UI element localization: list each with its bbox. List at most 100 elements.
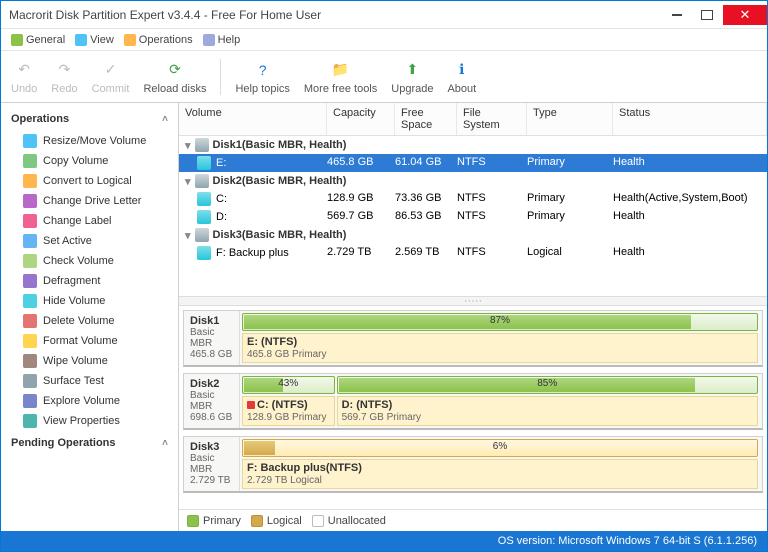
minimize-button[interactable] <box>663 5 691 25</box>
operation-icon <box>23 134 37 148</box>
sidebar: Operations˄ Resize/Move VolumeCopy Volum… <box>1 103 179 531</box>
volume-row[interactable]: E:465.8 GB61.04 GBNTFSPrimaryHealth <box>179 154 767 172</box>
menu-operations[interactable]: Operations <box>120 32 197 48</box>
col-capacity[interactable]: Capacity <box>327 103 395 135</box>
col-status[interactable]: Status <box>613 103 767 135</box>
splitter[interactable]: ····· <box>179 296 767 306</box>
os-version: OS version: Microsoft Windows 7 64-bit S… <box>498 535 757 547</box>
undo-icon: ↶ <box>13 59 35 81</box>
partition-title: F: Backup plus(NTFS) <box>247 462 753 474</box>
sidebar-item[interactable]: View Properties <box>3 411 176 431</box>
sidebar-item[interactable]: Delete Volume <box>3 311 176 331</box>
sidebar-pending-header[interactable]: Pending Operations˄ <box>3 431 176 455</box>
sidebar-item-label: Explore Volume <box>43 395 120 407</box>
partition-bar[interactable]: 85% <box>337 376 758 394</box>
disk-label: Disk2 <box>190 378 233 390</box>
sidebar-item[interactable]: Defragment <box>3 271 176 291</box>
volume-type: Primary <box>527 156 613 170</box>
sidebar-operations-header[interactable]: Operations˄ <box>3 107 176 131</box>
undo-button[interactable]: ↶Undo <box>7 57 41 97</box>
usage-percent: 87% <box>243 315 757 326</box>
sidebar-item[interactable]: Change Label <box>3 211 176 231</box>
volume-name: E: <box>216 157 226 169</box>
sidebar-item[interactable]: Change Drive Letter <box>3 191 176 211</box>
partition-bar[interactable]: 87% <box>242 313 758 331</box>
sidebar-item[interactable]: Resize/Move Volume <box>3 131 176 151</box>
partition-label[interactable]: F: Backup plus(NTFS)2.729 TB Logical <box>242 459 758 489</box>
reload-button[interactable]: ⟳Reload disks <box>139 57 210 97</box>
upgrade-button[interactable]: ⬆Upgrade <box>387 57 437 97</box>
partition-label[interactable]: D: (NTFS)569.7 GB Primary <box>337 396 758 426</box>
volume-list: ▾Disk1(Basic MBR, Health)E:465.8 GB61.04… <box>179 136 767 296</box>
legend-primary: Primary <box>187 515 241 527</box>
volume-row[interactable]: F: Backup plus2.729 TB2.569 TBNTFSLogica… <box>179 244 767 262</box>
menubar: General View Operations Help <box>1 29 767 51</box>
disk-group-row[interactable]: ▾Disk1(Basic MBR, Health) <box>179 136 767 154</box>
close-button[interactable]: ✕ <box>723 5 767 25</box>
help-topics-button[interactable]: ?Help topics <box>231 57 293 97</box>
disk-group-row[interactable]: ▾Disk2(Basic MBR, Health) <box>179 172 767 190</box>
volume-icon <box>197 210 211 224</box>
maximize-button[interactable] <box>693 5 721 25</box>
operation-icon <box>23 254 37 268</box>
redo-button[interactable]: ↷Redo <box>47 57 81 97</box>
sidebar-item[interactable]: Check Volume <box>3 251 176 271</box>
sidebar-item[interactable]: Copy Volume <box>3 151 176 171</box>
partition-label[interactable]: E: (NTFS)465.8 GB Primary <box>242 333 758 363</box>
sidebar-item[interactable]: Convert to Logical <box>3 171 176 191</box>
operation-icon <box>23 174 37 188</box>
volume-type: Logical <box>527 246 613 260</box>
volume-capacity: 465.8 GB <box>327 156 395 170</box>
partition-sub: 569.7 GB Primary <box>342 412 421 423</box>
disk-block: Disk1Basic MBR465.8 GB87%E: (NTFS)465.8 … <box>183 310 763 367</box>
collapse-icon: ▾ <box>185 175 191 188</box>
disk-info: Disk3Basic MBR2.729 TB <box>184 437 240 491</box>
content-area: Volume Capacity Free Space File System T… <box>179 103 767 531</box>
operation-icon <box>23 234 37 248</box>
sidebar-item[interactable]: Explore Volume <box>3 391 176 411</box>
sidebar-item[interactable]: Set Active <box>3 231 176 251</box>
more-tools-button[interactable]: 📁More free tools <box>300 57 381 97</box>
col-filesystem[interactable]: File System <box>457 103 527 135</box>
sidebar-item[interactable]: Hide Volume <box>3 291 176 311</box>
commit-button[interactable]: ✓Commit <box>88 57 134 97</box>
menu-view[interactable]: View <box>71 32 118 48</box>
col-free[interactable]: Free Space <box>395 103 457 135</box>
volume-row[interactable]: C:128.9 GB73.36 GBNTFSPrimaryHealth(Acti… <box>179 190 767 208</box>
about-button[interactable]: ℹAbout <box>443 57 480 97</box>
operation-icon <box>23 314 37 328</box>
disk-icon <box>195 138 209 152</box>
sidebar-item[interactable]: Wipe Volume <box>3 351 176 371</box>
volume-row[interactable]: D:569.7 GB86.53 GBNTFSPrimaryHealth <box>179 208 767 226</box>
sidebar-item-label: Format Volume <box>43 335 118 347</box>
chevron-up-icon: ˄ <box>162 114 168 125</box>
operation-icon <box>23 394 37 408</box>
volume-capacity: 569.7 GB <box>327 210 395 224</box>
sidebar-item[interactable]: Surface Test <box>3 371 176 391</box>
col-volume[interactable]: Volume <box>179 103 327 135</box>
sidebar-item-label: Set Active <box>43 235 92 247</box>
volume-icon <box>197 246 211 260</box>
help-topics-icon: ? <box>252 59 274 81</box>
operation-icon <box>23 154 37 168</box>
volume-status: Health(Active,System,Boot) <box>613 192 767 206</box>
sidebar-item[interactable]: Format Volume <box>3 331 176 351</box>
primary-swatch <box>187 515 199 527</box>
disk-scheme: Basic MBR <box>190 390 233 412</box>
partition-bar[interactable]: 43% <box>242 376 335 394</box>
sidebar-item-label: View Properties <box>43 415 120 427</box>
disk-label: Disk3 <box>190 441 233 453</box>
col-type[interactable]: Type <box>527 103 613 135</box>
partition-bar[interactable]: 6% <box>242 439 758 457</box>
operation-icon <box>23 274 37 288</box>
disk-group-row[interactable]: ▾Disk3(Basic MBR, Health) <box>179 226 767 244</box>
partition-sub: 465.8 GB Primary <box>247 349 326 360</box>
collapse-icon: ▾ <box>185 139 191 152</box>
titlebar: Macrorit Disk Partition Expert v3.4.4 - … <box>1 1 767 29</box>
menu-general[interactable]: General <box>7 32 69 48</box>
menu-help[interactable]: Help <box>199 32 245 48</box>
partition-label[interactable]: C: (NTFS)128.9 GB Primary <box>242 396 335 426</box>
operation-icon <box>23 214 37 228</box>
folder-icon: 📁 <box>330 59 352 81</box>
sidebar-item-label: Change Drive Letter <box>43 195 141 207</box>
